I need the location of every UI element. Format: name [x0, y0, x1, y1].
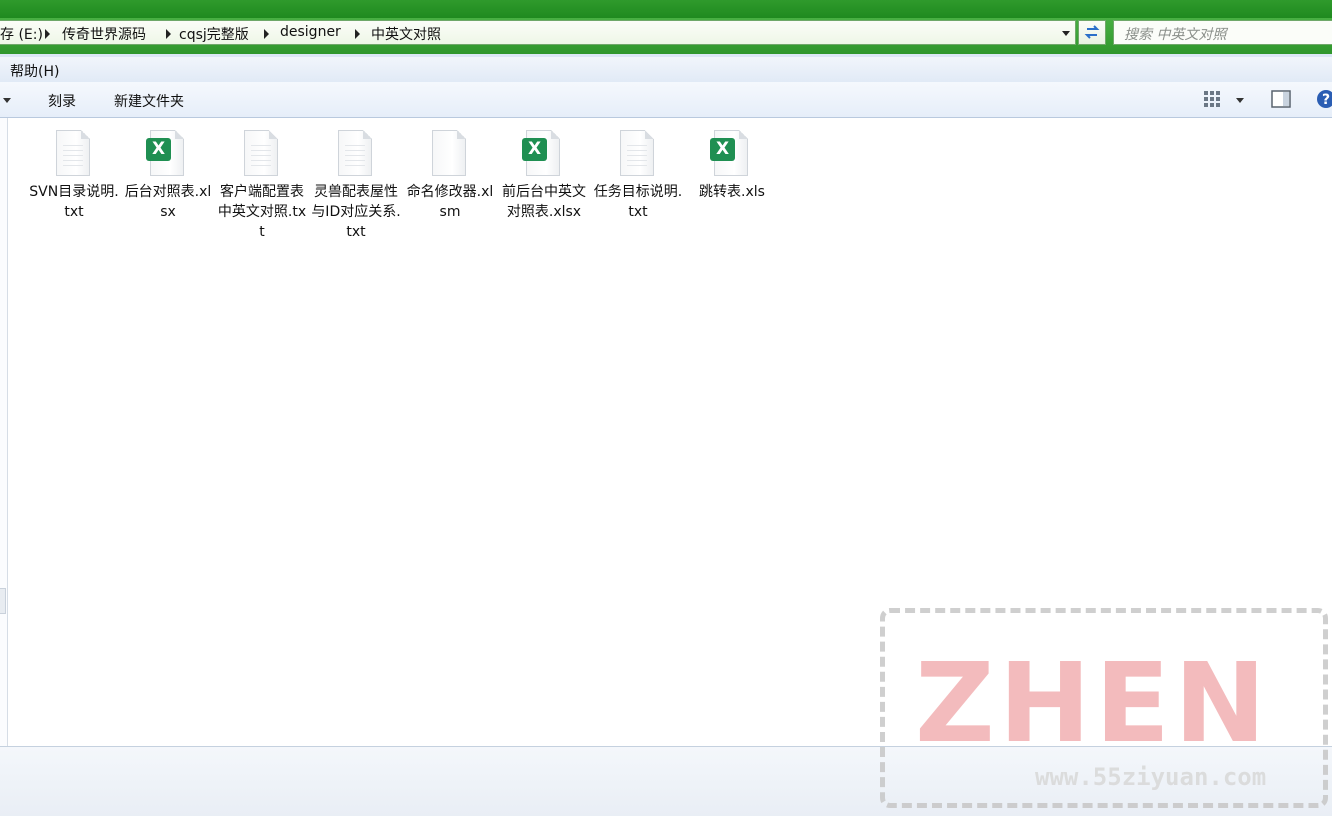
- breadcrumb-designer[interactable]: designer: [280, 24, 341, 40]
- file-name: 跳转表.xls: [699, 184, 765, 200]
- text-file-icon: [338, 130, 374, 176]
- chevron-down-icon[interactable]: [1236, 98, 1244, 103]
- file-item[interactable]: 命名修改器.xlsm: [403, 130, 497, 222]
- refresh-icon: [1084, 25, 1100, 39]
- navigation-pane-edge[interactable]: [0, 118, 8, 746]
- title-bar: [0, 0, 1332, 18]
- file-name: 命名修改器.xlsm: [406, 184, 494, 220]
- watermark-url: www.55ziyuan.com: [1035, 763, 1267, 791]
- text-file-icon: [244, 130, 280, 176]
- file-item[interactable]: 客户端配置表中英文对照.txt: [215, 130, 309, 242]
- file-name: 客户端配置表中英文对照.txt: [217, 184, 307, 240]
- watermark-stamp: ZHEN www.55ziyuan.com: [880, 608, 1328, 808]
- svg-text:?: ?: [1322, 92, 1330, 108]
- chevron-down-icon[interactable]: [3, 98, 11, 103]
- file-item[interactable]: X 跳转表.xls: [685, 130, 779, 202]
- file-item[interactable]: SVN目录说明.txt: [27, 130, 121, 222]
- text-file-icon: [56, 130, 92, 176]
- file-name: 任务目标说明.txt: [593, 184, 683, 220]
- excel-file-icon: X: [522, 130, 562, 176]
- view-options-icon[interactable]: [1203, 90, 1223, 112]
- explorer-window: 存 (E:) 传奇世界源码 cqsj完整版 designer 中英文对照 搜索 …: [0, 0, 1332, 816]
- breadcrumb-arrow-icon[interactable]: [264, 29, 269, 39]
- file-name: SVN目录说明.txt: [29, 184, 119, 220]
- excel-file-icon: X: [146, 130, 186, 176]
- file-item[interactable]: 灵兽配表屋性与ID对应关系.txt: [309, 130, 403, 242]
- excel-file-icon: X: [710, 130, 750, 176]
- breadcrumb-drive[interactable]: 存 (E:): [0, 24, 43, 44]
- breadcrumb-arrow-icon[interactable]: [166, 29, 171, 39]
- file-item[interactable]: X 后台对照表.xlsx: [121, 130, 215, 222]
- chevron-down-icon[interactable]: [1062, 31, 1070, 36]
- breadcrumb-source[interactable]: 传奇世界源码: [62, 24, 146, 44]
- breadcrumb-arrow-icon[interactable]: [355, 29, 360, 39]
- help-icon[interactable]: ?: [1316, 89, 1332, 113]
- pane-resize-handle[interactable]: [0, 588, 6, 614]
- text-file-icon: [620, 130, 656, 176]
- breadcrumb-current[interactable]: 中英文对照: [371, 24, 441, 44]
- breadcrumb-cqsj[interactable]: cqsj完整版: [179, 24, 249, 44]
- file-item[interactable]: X 前后台中英文对照表.xlsx: [497, 130, 591, 222]
- search-placeholder: 搜索 中英文对照: [1124, 27, 1227, 43]
- burn-button[interactable]: 刻录: [48, 91, 76, 111]
- menu-help[interactable]: 帮助(H): [10, 61, 59, 81]
- refresh-button[interactable]: [1078, 20, 1106, 45]
- menu-bar: 帮助(H): [0, 54, 1332, 82]
- breadcrumb-arrow-icon[interactable]: [45, 29, 50, 39]
- watermark-text: ZHEN: [915, 639, 1271, 767]
- file-item[interactable]: 任务目标说明.txt: [591, 130, 685, 222]
- search-input[interactable]: 搜索 中英文对照: [1113, 20, 1332, 45]
- file-name: 后台对照表.xlsx: [124, 184, 212, 220]
- toolbar: 刻录 新建文件夹 ?: [0, 82, 1332, 118]
- new-folder-button[interactable]: 新建文件夹: [114, 91, 184, 111]
- preview-pane-icon[interactable]: [1271, 90, 1291, 112]
- blank-file-icon: [432, 130, 468, 176]
- file-name: 灵兽配表屋性与ID对应关系.txt: [311, 184, 401, 240]
- address-bar[interactable]: 存 (E:) 传奇世界源码 cqsj完整版 designer 中英文对照: [0, 20, 1076, 45]
- file-name: 前后台中英文对照表.xlsx: [502, 184, 586, 220]
